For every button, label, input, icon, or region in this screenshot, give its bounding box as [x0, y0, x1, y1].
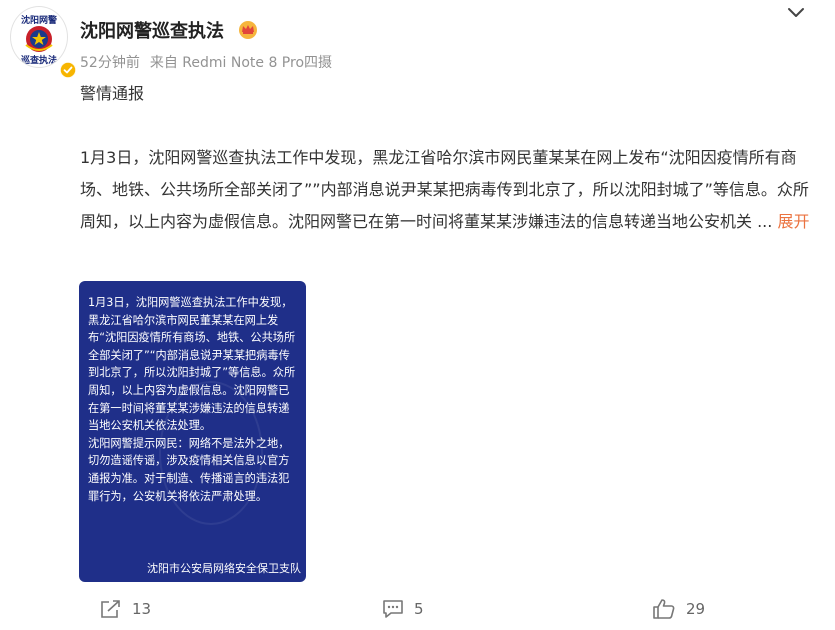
- post-source: 来自 Redmi Note 8 Pro四摄: [149, 55, 333, 71]
- notice-footer: 沈阳市公安局网络安全保卫支队: [147, 562, 301, 575]
- notice-text: 1月3日，沈阳网警巡查执法工作中发现，黑龙江省哈尔滨市网民董某某在网上发布“沈阳…: [88, 296, 296, 503]
- avatar-bottom-text: 巡查执法: [20, 56, 57, 66]
- post-body: 1月3日，沈阳网警巡查执法工作中发现，黑龙江省哈尔滨市网民董某某在网上发布“沈阳…: [80, 142, 820, 238]
- username[interactable]: 沈阳网警巡查执法: [80, 17, 224, 43]
- share-button[interactable]: 13: [100, 598, 151, 620]
- share-count: 13: [132, 600, 152, 618]
- comment-count: 5: [414, 600, 424, 618]
- comment-button[interactable]: 5: [382, 598, 424, 620]
- post-headline: 警情通报: [80, 84, 145, 103]
- like-icon: [653, 599, 675, 619]
- comment-icon: [383, 600, 403, 618]
- like-button[interactable]: 29: [652, 598, 705, 620]
- chevron-down-icon[interactable]: [786, 6, 806, 20]
- avatar-frame: 沈阳网警 巡查执法: [10, 6, 68, 68]
- like-count: 29: [686, 600, 706, 618]
- expand-link[interactable]: 展开: [777, 212, 809, 231]
- share-icon: [101, 600, 120, 618]
- avatar[interactable]: 沈阳网警 巡查执法: [10, 6, 76, 78]
- verified-icon: [60, 62, 76, 78]
- post-body-text: 1月3日，沈阳网警巡查执法工作中发现，黑龙江省哈尔滨市网民董某某在网上发布“沈阳…: [80, 148, 809, 231]
- notice-image[interactable]: 1月3日，沈阳网警巡查执法工作中发现，黑龙江省哈尔滨市网民董某某在网上发布“沈阳…: [79, 281, 306, 582]
- crown-icon: [239, 21, 257, 39]
- post-meta: 52分钟前 来自 Redmi Note 8 Pro四摄: [80, 52, 332, 72]
- post-time: 52分钟前: [80, 55, 140, 71]
